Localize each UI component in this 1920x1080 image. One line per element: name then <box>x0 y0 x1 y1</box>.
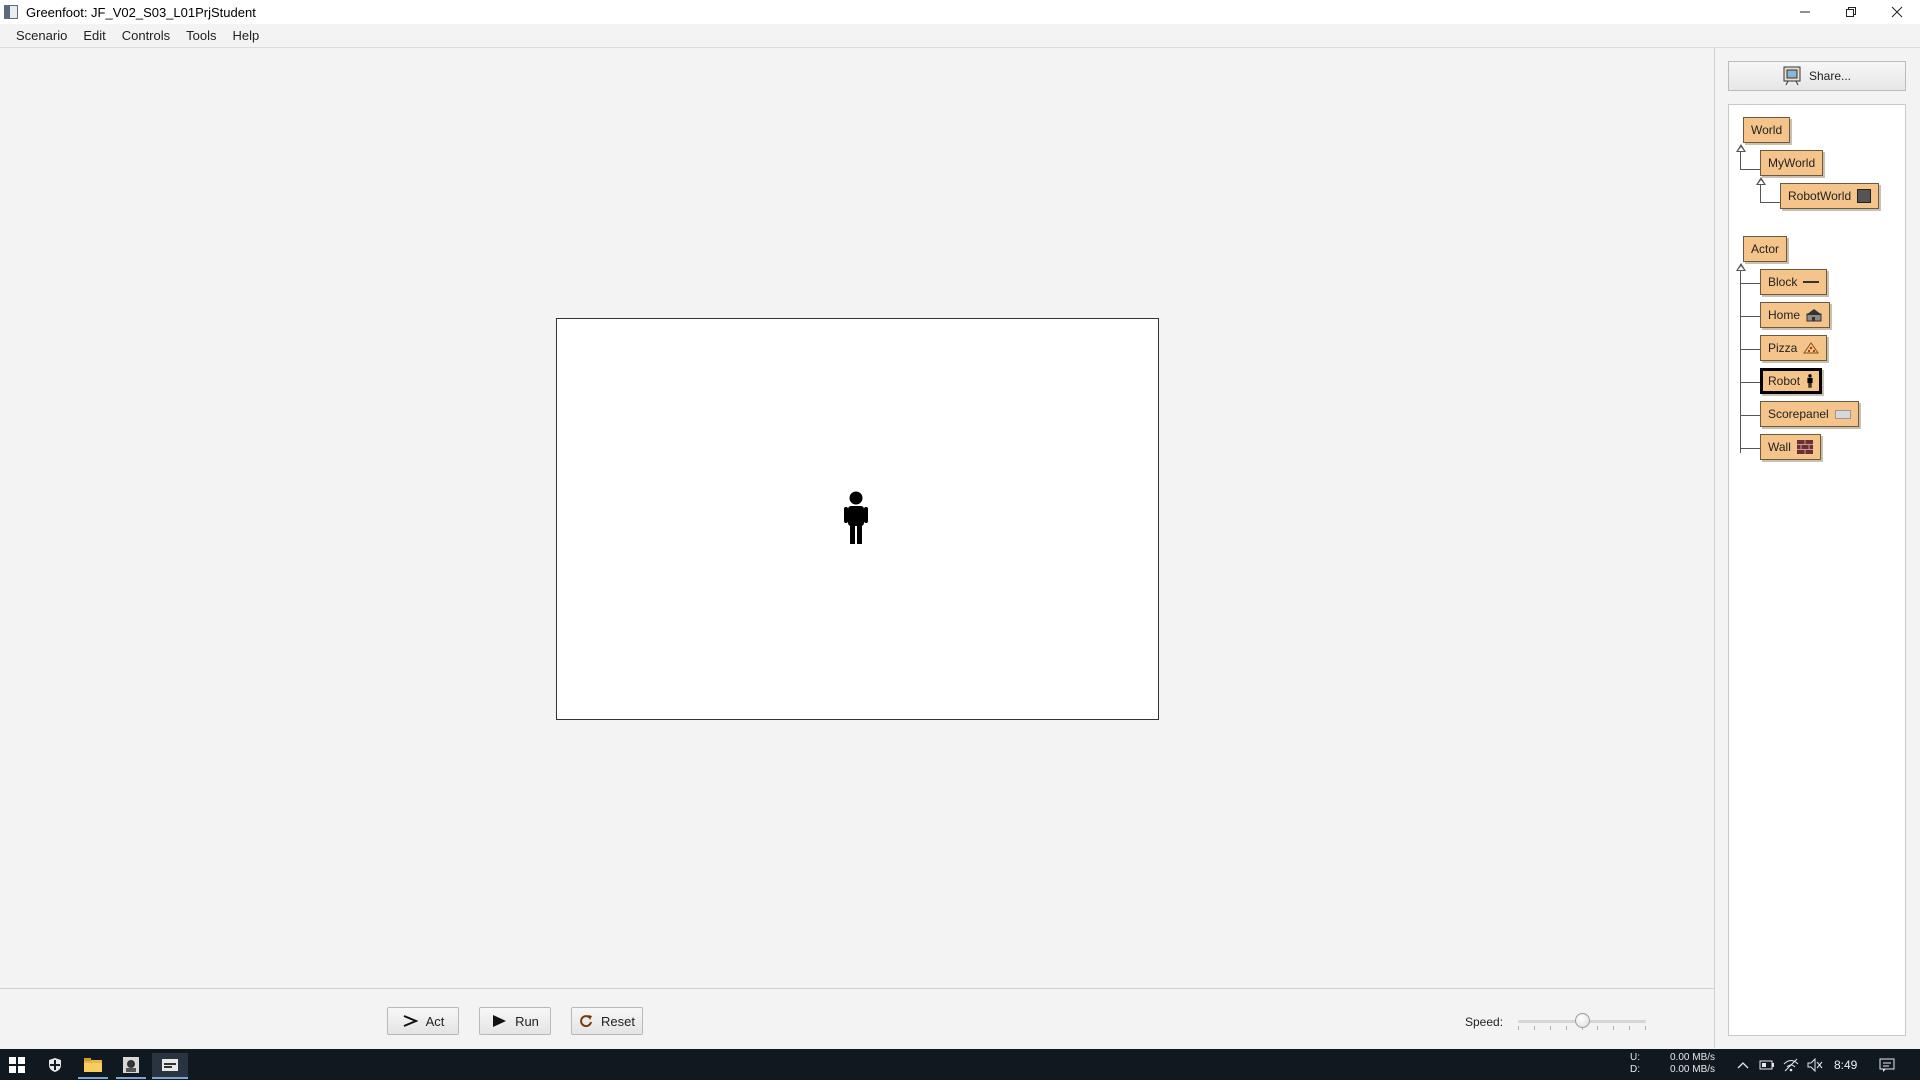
upload-value: 0.00 MB/s <box>1670 1052 1716 1063</box>
run-label: Run <box>515 1013 539 1029</box>
inheritance-line <box>1760 185 1761 203</box>
inheritance-line <box>1760 202 1780 203</box>
class-robotworld[interactable]: RobotWorld <box>1780 183 1880 209</box>
chevron-up-icon[interactable] <box>1735 1057 1751 1073</box>
upload-label: U: <box>1630 1052 1640 1063</box>
class-label: RobotWorld <box>1788 189 1852 203</box>
world-image-icon <box>1857 189 1872 203</box>
speed-slider[interactable] <box>1518 1009 1646 1033</box>
inheritance-line <box>1740 448 1760 449</box>
act-button[interactable]: Act <box>387 1007 459 1035</box>
home-icon <box>1806 309 1823 322</box>
close-icon[interactable] <box>1874 0 1920 24</box>
restore-icon[interactable] <box>1828 0 1874 24</box>
app-icon <box>4 5 18 19</box>
inheritance-arrow <box>1756 177 1766 185</box>
menu-tools[interactable]: Tools <box>178 28 224 43</box>
class-robot[interactable]: Robot <box>1760 368 1823 394</box>
world-canvas[interactable] <box>556 318 1159 720</box>
robot-actor[interactable] <box>843 491 869 545</box>
wifi-icon[interactable] <box>1783 1057 1799 1073</box>
title-bar: Greenfoot: JF_V02_S03_L01PrjStudent <box>0 0 1920 24</box>
class-home[interactable]: Home <box>1760 302 1831 328</box>
class-label: MyWorld <box>1768 156 1816 170</box>
inheritance-line <box>1740 152 1741 170</box>
active-indicator <box>116 1077 146 1079</box>
clock[interactable]: 8:49 <box>1834 1058 1857 1072</box>
brick-wall-icon <box>1796 440 1813 454</box>
execution-controls: Act Run Reset Speed: <box>0 989 1714 1049</box>
run-button[interactable]: Run <box>479 1007 551 1035</box>
reset-label: Reset <box>601 1013 635 1029</box>
class-scorepanel[interactable]: Scorepanel <box>1760 401 1859 427</box>
class-actor[interactable]: Actor <box>1743 236 1788 262</box>
block-icon <box>1803 281 1820 283</box>
class-label: Pizza <box>1768 341 1798 355</box>
pizza-icon <box>1803 342 1820 354</box>
reset-button[interactable]: Reset <box>571 1007 643 1035</box>
inheritance-line <box>1740 283 1760 284</box>
class-myworld[interactable]: MyWorld <box>1760 150 1824 176</box>
taskbar: U: 0.00 MB/s D: 0.00 MB/s 8:49 <box>0 1049 1920 1080</box>
inheritance-line <box>1740 271 1741 453</box>
panel-divider <box>1714 48 1715 1048</box>
download-label: D: <box>1630 1064 1640 1075</box>
class-diagram: World MyWorld RobotWorld Actor Block Hom… <box>1728 104 1906 1036</box>
window-controls <box>1782 0 1920 24</box>
greenfoot-icon[interactable] <box>116 1053 146 1077</box>
menu-scenario[interactable]: Scenario <box>8 28 75 43</box>
inheritance-line <box>1740 415 1760 416</box>
class-label: Home <box>1768 308 1801 322</box>
class-wall[interactable]: Wall <box>1760 434 1821 460</box>
scorepanel-icon <box>1834 409 1851 419</box>
act-icon <box>403 1015 418 1027</box>
slider-thumb[interactable] <box>1575 1013 1590 1028</box>
reset-icon <box>580 1015 593 1028</box>
folder-icon[interactable] <box>78 1053 108 1077</box>
class-world[interactable]: World <box>1743 117 1791 143</box>
share-button[interactable]: Share... <box>1728 61 1906 91</box>
play-icon <box>493 1015 507 1027</box>
speed-label: Speed: <box>1465 1015 1504 1029</box>
minimize-icon[interactable] <box>1782 0 1828 24</box>
class-label: Scorepanel <box>1768 407 1829 421</box>
menu-help[interactable]: Help <box>225 28 268 43</box>
battery-icon[interactable] <box>1759 1057 1775 1073</box>
share-icon <box>1783 66 1801 86</box>
inheritance-line <box>1740 349 1760 350</box>
menu-controls[interactable]: Controls <box>114 28 178 43</box>
class-label: Actor <box>1751 242 1780 256</box>
inheritance-arrow <box>1736 263 1746 271</box>
class-label: Robot <box>1768 374 1801 388</box>
world-area <box>0 48 1714 988</box>
inheritance-line <box>1740 169 1760 170</box>
menu-bar: Scenario Edit Controls Tools Help <box>0 24 1920 48</box>
notification-icon[interactable] <box>1879 1057 1895 1073</box>
windows-start-icon[interactable] <box>2 1053 32 1077</box>
active-indicator <box>152 1077 188 1079</box>
download-value: 0.00 MB/s <box>1670 1064 1716 1075</box>
volume-muted-icon[interactable] <box>1807 1057 1823 1073</box>
active-indicator <box>78 1077 108 1079</box>
network-speed: U: 0.00 MB/s D: 0.00 MB/s <box>1630 1052 1715 1076</box>
shield-icon[interactable] <box>40 1053 70 1077</box>
window-title: Greenfoot: JF_V02_S03_L01PrjStudent <box>26 4 256 20</box>
inheritance-line <box>1740 316 1760 317</box>
inheritance-arrow <box>1736 144 1746 152</box>
menu-edit[interactable]: Edit <box>75 28 113 43</box>
class-pizza[interactable]: Pizza <box>1760 335 1828 361</box>
act-label: Act <box>425 1013 445 1029</box>
inheritance-line <box>1740 382 1760 383</box>
share-label: Share... <box>1808 69 1852 83</box>
class-label: Block <box>1768 275 1798 289</box>
class-label: World <box>1751 123 1783 137</box>
robot-icon <box>1807 374 1813 388</box>
window-icon[interactable] <box>152 1053 188 1077</box>
class-label: Wall <box>1768 440 1791 454</box>
class-block[interactable]: Block <box>1760 269 1828 295</box>
